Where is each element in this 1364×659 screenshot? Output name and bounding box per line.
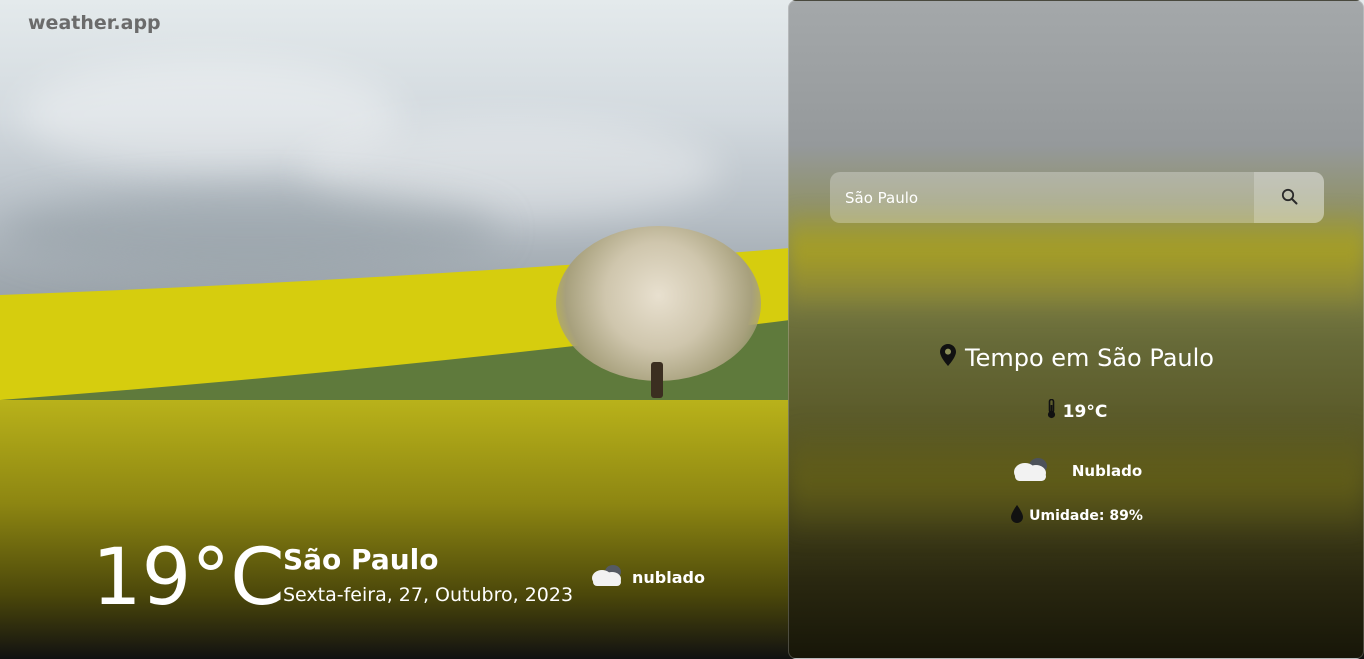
panel-temperature: 19°C bbox=[789, 398, 1363, 424]
panel-temperature-value: 19°C bbox=[1062, 401, 1108, 422]
hero-condition: nublado bbox=[590, 563, 705, 591]
panel-humidity: Umidade: 89% bbox=[789, 505, 1363, 527]
search-input[interactable] bbox=[830, 172, 1254, 223]
panel-condition-label: Nublado bbox=[1071, 462, 1143, 480]
water-drop-icon bbox=[1011, 505, 1024, 527]
hero-date: Sexta-feira, 27, Outubro, 2023 bbox=[283, 584, 574, 606]
map-pin-icon bbox=[940, 344, 957, 372]
search-icon bbox=[1281, 188, 1298, 208]
search-bar bbox=[830, 172, 1324, 223]
location-title: Tempo em São Paulo bbox=[789, 344, 1363, 372]
hero-city: São Paulo bbox=[283, 543, 439, 576]
thermometer-icon bbox=[1047, 398, 1056, 424]
panel-condition: Nublado bbox=[789, 456, 1363, 486]
hero-temperature: 19°C bbox=[92, 533, 285, 623]
panel-humidity-text: Umidade: 89% bbox=[1029, 508, 1143, 524]
location-title-text: Tempo em São Paulo bbox=[965, 344, 1214, 372]
app-logo[interactable]: weather.app bbox=[28, 12, 161, 34]
search-button[interactable] bbox=[1254, 172, 1324, 223]
hero-condition-label: nublado bbox=[632, 567, 705, 587]
cloud-icon bbox=[1012, 456, 1050, 486]
weather-panel: Tempo em São Paulo 19°C Nublado bbox=[788, 0, 1364, 659]
tree bbox=[556, 226, 761, 381]
cloud-icon bbox=[590, 563, 624, 591]
tree-trunk bbox=[651, 362, 663, 398]
